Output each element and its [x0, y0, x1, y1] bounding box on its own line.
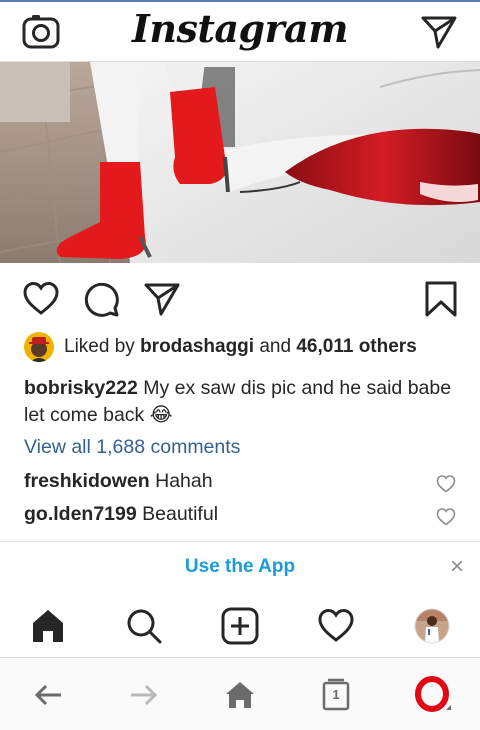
browser-toolbar: 1: [0, 658, 480, 730]
like-heart-icon[interactable]: [22, 280, 60, 318]
comment-text: Beautiful: [142, 503, 219, 525]
bookmark-icon[interactable]: [422, 280, 460, 318]
comment-icon[interactable]: [82, 280, 120, 318]
tabs-count: 1: [332, 687, 340, 702]
post-caption: bobrisky222 My ex saw dis pic and he sai…: [24, 375, 464, 429]
forward-arrow-icon[interactable]: [127, 678, 161, 712]
direct-message-icon[interactable]: [420, 14, 458, 50]
likes-summary: Liked by brodashaggi and 46,011 others: [24, 332, 464, 362]
use-the-app-button[interactable]: Use the App: [0, 556, 480, 578]
top-bar: Instagram: [0, 0, 480, 62]
caption-username[interactable]: bobrisky222: [24, 377, 138, 399]
liked-by-joiner: and: [259, 336, 292, 357]
comment-like-heart-icon[interactable]: [436, 474, 456, 494]
liker-username[interactable]: brodashaggi: [140, 336, 254, 358]
comment-text: Hahah: [155, 470, 213, 492]
post-actions: [0, 263, 480, 333]
instagram-logo[interactable]: Instagram: [0, 6, 480, 51]
post-image: [0, 62, 480, 263]
bottom-nav: [0, 593, 480, 658]
comment-like-heart-icon[interactable]: [436, 507, 456, 527]
back-arrow-icon[interactable]: [31, 678, 65, 712]
comment-row: go.lden7199 Beautiful: [24, 503, 464, 531]
share-icon[interactable]: [143, 280, 181, 318]
activity-heart-icon[interactable]: [317, 607, 355, 645]
liker-avatar[interactable]: [24, 332, 54, 362]
use-the-app-banner: Use the App ×: [0, 541, 480, 595]
close-banner-button[interactable]: ×: [450, 555, 464, 579]
browser-home-icon[interactable]: [223, 678, 257, 712]
home-icon[interactable]: [29, 607, 67, 645]
comment-username[interactable]: go.lden7199: [24, 503, 137, 525]
comment-username[interactable]: freshkidowen: [24, 470, 150, 492]
liked-by-prefix: Liked by: [64, 336, 135, 357]
profile-avatar[interactable]: [413, 607, 451, 645]
new-post-icon[interactable]: [221, 607, 259, 645]
view-all-comments-link[interactable]: View all 1,688 comments: [24, 436, 240, 459]
laughing-emoji: 😂: [149, 404, 173, 426]
opera-menu-icon[interactable]: [415, 676, 453, 714]
post-photo[interactable]: [0, 62, 480, 263]
search-icon[interactable]: [125, 607, 163, 645]
tabs-button[interactable]: 1: [319, 678, 353, 712]
likes-count[interactable]: 46,011 others: [296, 336, 416, 358]
comment-row: freshkidowen Hahah: [24, 470, 464, 498]
